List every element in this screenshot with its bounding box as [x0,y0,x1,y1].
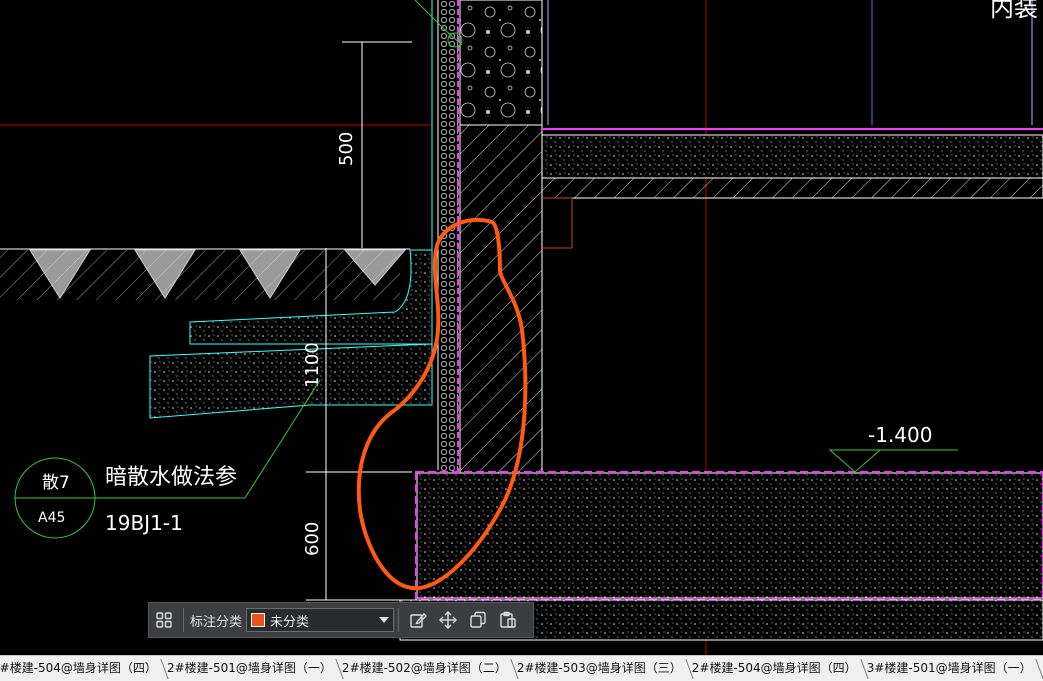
move-icon[interactable] [433,605,463,635]
wall-upper [459,0,543,126]
copy-icon[interactable] [463,605,493,635]
cad-drawing-canvas[interactable]: 内装 500 1100 600 -1.400 散7 A45 暗散水做法参 19B… [0,0,1043,655]
tab-layout[interactable]: 2#楼建-501@墙身详图（一） [163,656,338,681]
dimension-600: 600 [302,522,323,556]
category-dropdown[interactable]: 未分类 [246,608,395,632]
tab-layout[interactable]: 2#楼建-503@墙身详图（三） [513,656,688,681]
corner-text: 内装 [990,0,1038,22]
foundation-footing [416,472,1043,599]
toolbar-separator [183,608,184,632]
note-text: 暗散水做法参 [105,465,237,490]
callout-bottom: A45 [38,510,65,526]
edit-icon[interactable] [403,605,433,635]
dimension-500: 500 [336,132,357,166]
note-ref: 19BJ1-1 [105,511,183,535]
category-color-swatch [251,613,266,627]
elevation-text: -1.400 [868,423,932,447]
callout-top: 散7 [42,473,70,493]
chevron-down-icon [379,617,390,623]
annotation-toolbar: 标注分类 未分类 [148,602,534,638]
toolbar-separator [398,608,400,632]
tab-layout[interactable]: 2#楼建-504@墙身详图（四） [0,656,163,681]
floor-slab [541,134,1043,179]
elevation-triangle [828,449,882,473]
soil-hatch [0,250,400,300]
paste-icon[interactable] [493,605,523,635]
wall-hatched [459,124,543,474]
tab-layout[interactable]: 2#楼建-502@墙身详图（二） [338,656,513,681]
category-value: 未分类 [270,614,310,630]
slab-hatch-band [541,177,1043,199]
grid-icon[interactable] [149,605,179,635]
category-label: 标注分类 [190,614,243,630]
tab-layout[interactable]: 3#楼建-501@墙身详图（一） [863,656,1038,681]
tab-layout[interactable]: 2#楼建-504@墙身详图（四） [688,656,863,681]
apron-layer-lower [149,343,433,419]
layout-tab-bar: 2#楼建-504@墙身详图（四） 2#楼建-501@墙身详图（一） 2#楼建-5… [0,655,1043,681]
red-dim-bracket [542,197,573,249]
